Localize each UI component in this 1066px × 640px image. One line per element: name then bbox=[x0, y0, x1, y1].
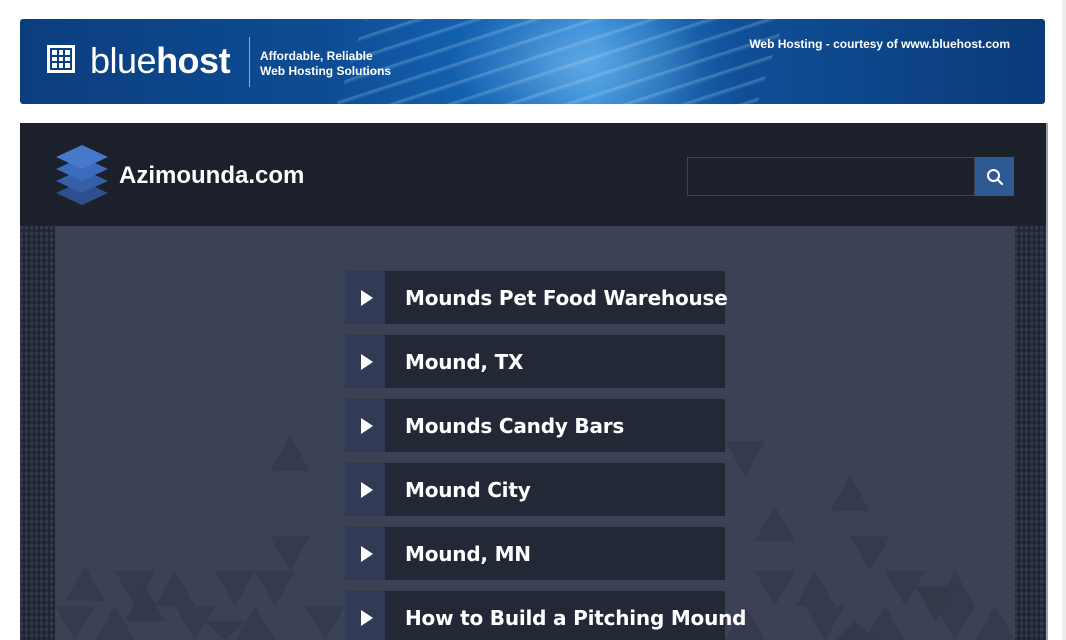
tagline-line2: Web Hosting Solutions bbox=[260, 64, 392, 78]
site-header: Azimounda.com bbox=[20, 123, 1046, 226]
site-title[interactable]: Azimounda.com bbox=[119, 162, 304, 190]
play-arrow-icon bbox=[361, 609, 373, 626]
link-label[interactable]: Mound City bbox=[405, 478, 531, 502]
brand-bold: host bbox=[156, 40, 231, 81]
site-container: Azimounda.com Mounds Pet Food Warehouse … bbox=[20, 123, 1048, 640]
side-pattern-left bbox=[20, 226, 55, 640]
search-button[interactable] bbox=[975, 157, 1014, 196]
link-label[interactable]: Mounds Pet Food Warehouse bbox=[405, 286, 728, 310]
search-icon bbox=[986, 168, 1003, 185]
search-input[interactable] bbox=[687, 157, 975, 196]
list-item[interactable]: Mound, MN bbox=[345, 527, 725, 580]
link-list: Mounds Pet Food Warehouse Mound, TX Moun… bbox=[345, 271, 746, 640]
play-arrow-icon bbox=[361, 545, 373, 562]
play-arrow-icon bbox=[361, 353, 373, 370]
arrow-box bbox=[345, 463, 385, 516]
play-arrow-icon bbox=[361, 481, 373, 498]
play-arrow-icon bbox=[361, 289, 373, 306]
banner-divider bbox=[249, 37, 250, 87]
list-item[interactable]: Mound City bbox=[345, 463, 725, 516]
link-label[interactable]: Mound, TX bbox=[405, 350, 523, 374]
arrow-box bbox=[345, 527, 385, 580]
page-edge bbox=[1062, 0, 1066, 640]
tagline-line1: Affordable, Reliable bbox=[260, 49, 373, 63]
courtesy-text[interactable]: Web Hosting - courtesy of www.bluehost.c… bbox=[749, 37, 1010, 51]
list-item[interactable]: How to Build a Pitching Mound bbox=[345, 591, 746, 640]
bluehost-banner[interactable]: bluehost Affordable, Reliable Web Hostin… bbox=[20, 19, 1045, 104]
list-item[interactable]: Mounds Pet Food Warehouse bbox=[345, 271, 728, 324]
arrow-box bbox=[345, 591, 385, 640]
link-label[interactable]: Mound, MN bbox=[405, 542, 531, 566]
play-arrow-icon bbox=[361, 417, 373, 434]
bluehost-grid-icon bbox=[47, 45, 75, 73]
content-area: Mounds Pet Food Warehouse Mound, TX Moun… bbox=[55, 226, 1015, 640]
arrow-box bbox=[345, 271, 385, 324]
bluehost-logo[interactable]: bluehost bbox=[90, 40, 231, 81]
list-item[interactable]: Mounds Candy Bars bbox=[345, 399, 725, 452]
layers-logo-icon[interactable] bbox=[54, 145, 110, 207]
list-item[interactable]: Mound, TX bbox=[345, 335, 725, 388]
banner-tagline: Affordable, Reliable Web Hosting Solutio… bbox=[260, 49, 391, 79]
side-pattern-right bbox=[1015, 226, 1046, 640]
brand-light: blue bbox=[90, 40, 157, 81]
arrow-box bbox=[345, 335, 385, 388]
search-form bbox=[687, 157, 1015, 198]
arrow-box bbox=[345, 399, 385, 452]
link-label[interactable]: How to Build a Pitching Mound bbox=[405, 606, 746, 630]
link-label[interactable]: Mounds Candy Bars bbox=[405, 414, 624, 438]
banner-swoosh bbox=[322, 19, 798, 104]
